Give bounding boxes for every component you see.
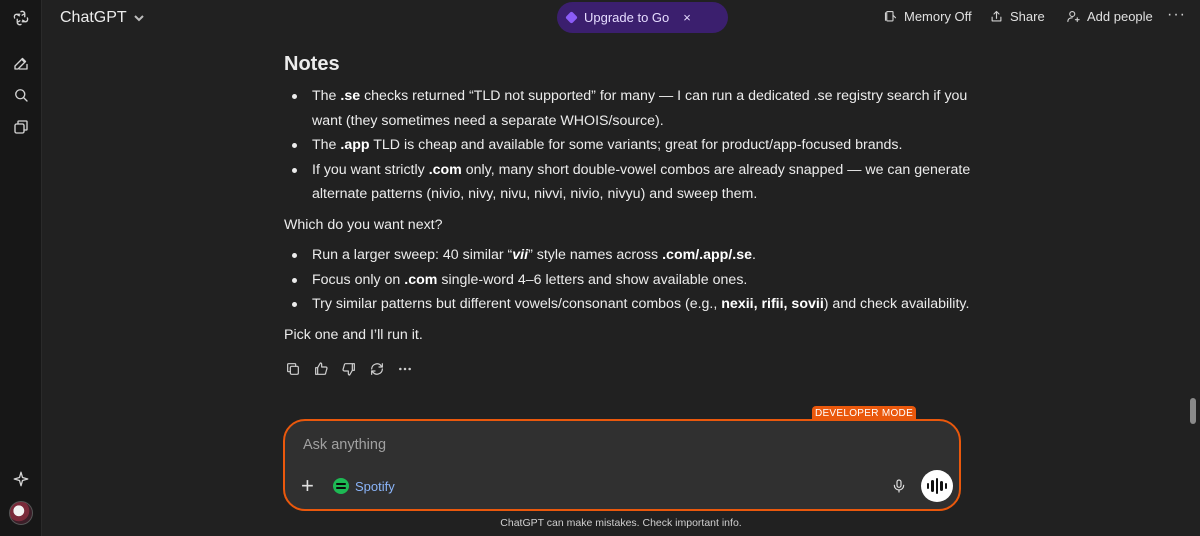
model-selector[interactable]: ChatGPT (60, 9, 145, 27)
list-item: Try similar patterns but different vowel… (284, 292, 974, 317)
disclaimer: ChatGPT can make mistakes. Check importa… (500, 517, 742, 529)
add-people-button[interactable]: Add people (1066, 9, 1153, 24)
add-person-icon (1067, 10, 1080, 23)
options-list: Run a larger sweep: 40 similar “vii” sty… (284, 243, 974, 317)
search-icon[interactable] (10, 84, 32, 106)
memory-off-button[interactable]: Memory Off (883, 9, 972, 24)
question-text: Which do you want next? (284, 216, 443, 233)
list-item: The .se checks returned “TLD not support… (284, 84, 974, 133)
closing-text: Pick one and I’ll run it. (284, 326, 423, 343)
notes-list: The .se checks returned “TLD not support… (284, 84, 974, 207)
assistant-message: Notes The .se checks returned “TLD not s… (284, 50, 974, 353)
share-label: Share (1010, 9, 1045, 24)
share-button[interactable]: Share (989, 9, 1045, 24)
sparkle-icon[interactable] (10, 468, 32, 490)
top-bar: ChatGPT Upgrade to Go × Memory Off Share… (42, 0, 1200, 36)
chevron-down-icon (133, 15, 144, 22)
upgrade-button[interactable]: Upgrade to Go × (557, 2, 728, 33)
more-actions-icon[interactable] (396, 360, 414, 378)
close-icon[interactable]: × (683, 10, 691, 25)
spotify-icon (333, 478, 349, 494)
memory-label: Memory Off (904, 9, 972, 24)
voice-mode-button[interactable] (921, 470, 953, 502)
openai-logo-icon[interactable] (10, 7, 32, 29)
app-title: ChatGPT (60, 9, 127, 26)
spotify-connector[interactable]: Spotify (333, 478, 395, 494)
list-item: Run a larger sweep: 40 similar “vii” sty… (284, 243, 974, 268)
thumbs-up-icon[interactable] (312, 360, 330, 378)
sidebar-rail (0, 0, 42, 536)
more-options-icon[interactable]: ··· (1167, 6, 1186, 24)
diamond-icon (565, 11, 578, 24)
thumbs-down-icon[interactable] (340, 360, 358, 378)
message-input[interactable]: Ask anything (303, 437, 386, 453)
list-item: If you want strictly .com only, many sho… (284, 158, 974, 207)
microphone-icon[interactable] (891, 478, 907, 499)
spotify-label: Spotify (355, 478, 395, 494)
copy-icon[interactable] (284, 360, 302, 378)
memory-icon (884, 10, 897, 22)
upgrade-label: Upgrade to Go (584, 10, 670, 25)
list-item: Focus only on .com single-word 4–6 lette… (284, 268, 974, 293)
scrollbar-thumb[interactable] (1190, 398, 1196, 424)
message-actions (284, 360, 414, 378)
composer: Ask anything + Spotify (283, 419, 961, 511)
list-item: The .app TLD is cheap and available for … (284, 133, 974, 158)
share-icon (991, 10, 1002, 22)
add-people-label: Add people (1087, 9, 1153, 24)
library-icon[interactable] (10, 116, 32, 138)
notes-heading: Notes (284, 53, 340, 75)
new-chat-icon[interactable] (10, 52, 32, 74)
regenerate-icon[interactable] (368, 360, 386, 378)
plus-icon[interactable]: + (301, 475, 314, 497)
